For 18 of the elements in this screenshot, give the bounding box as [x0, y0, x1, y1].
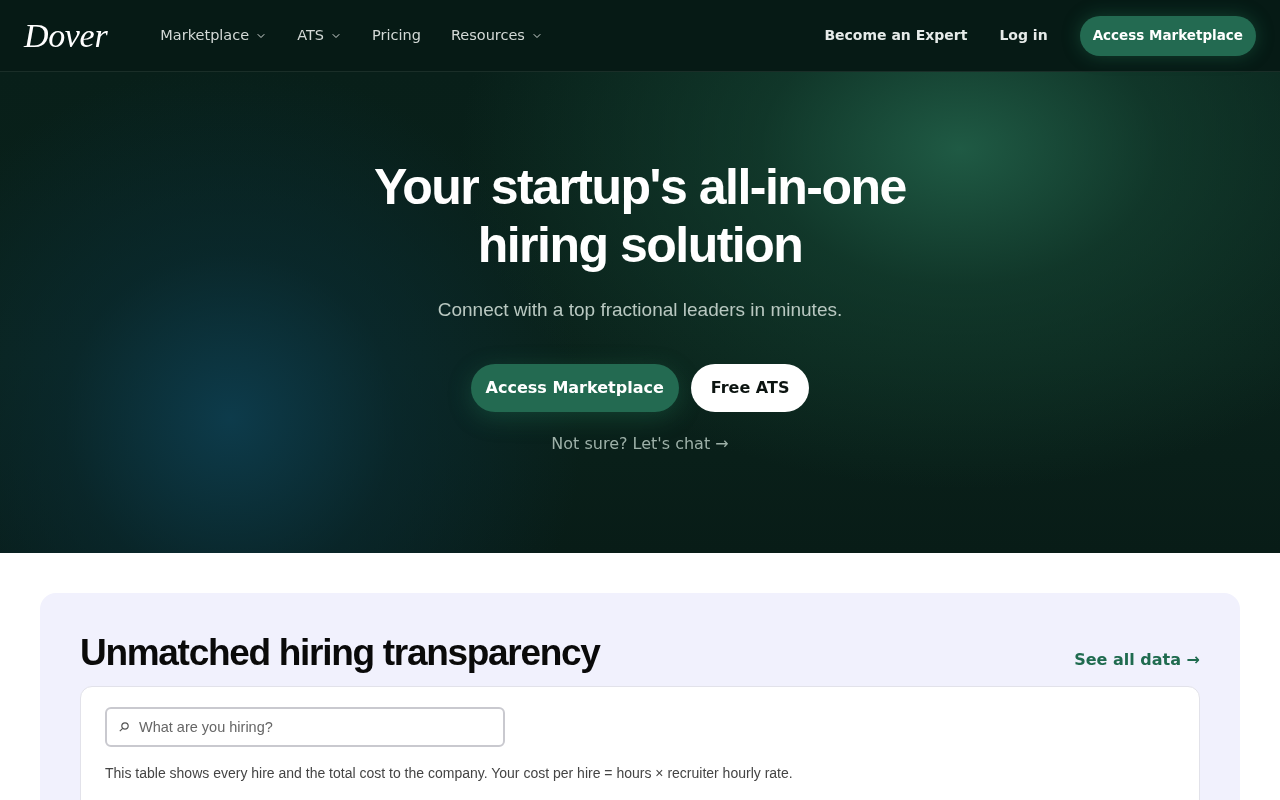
access-marketplace-button[interactable]: Access Marketplace [1079, 15, 1256, 56]
dover-logo[interactable]: Dover [24, 18, 108, 53]
nav-link[interactable]: Pricing [372, 24, 421, 47]
nav-menu-button[interactable]: ATS [297, 24, 342, 47]
section-title: Unmatched hiring transparency [80, 631, 600, 675]
nav-menu-button[interactable]: Resources [450, 24, 543, 47]
search-field[interactable]: What are you hiring? [105, 707, 505, 747]
table-description: This table shows every hire and the total cost to the company. Your cost per hire = hours × recruiter hourly rate. [105, 764, 794, 783]
hero-subtitle: Connect with a top fractional leaders in minutes. [437, 298, 843, 322]
see-all-data-link[interactable]: See all data → [1074, 648, 1200, 672]
hero-title: Your startup's all-in-one hiring solution [373, 158, 907, 274]
header-link[interactable]: Log in [999, 25, 1048, 46]
nav-menu-button[interactable]: Marketplace [160, 24, 268, 47]
header-link[interactable]: Become an Expert [824, 25, 968, 46]
secondary-button[interactable]: Free ATS [690, 364, 810, 412]
chat-link[interactable]: Not sure? Let's chat → [551, 432, 729, 456]
primary-button[interactable]: Access Marketplace [470, 364, 679, 412]
search-icon [119, 722, 129, 732]
